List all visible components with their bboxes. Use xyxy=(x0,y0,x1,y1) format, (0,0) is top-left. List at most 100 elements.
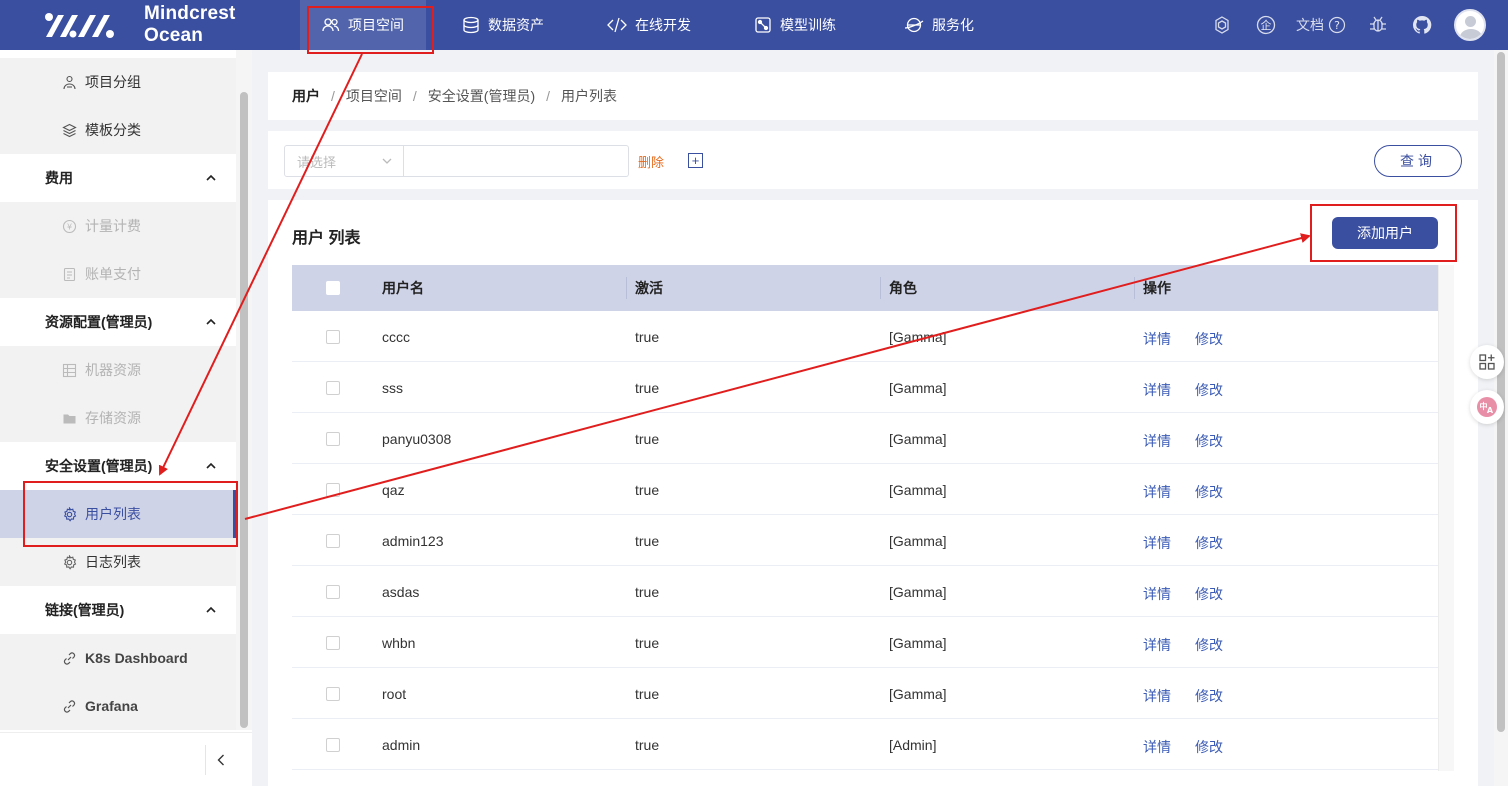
detail-link[interactable]: 详情 xyxy=(1143,313,1171,364)
detail-link[interactable]: 详情 xyxy=(1143,517,1171,568)
add-filter-button[interactable]: + xyxy=(688,153,703,168)
detail-link[interactable]: 详情 xyxy=(1143,568,1171,619)
enterprise-icon[interactable]: 企 xyxy=(1254,15,1278,35)
row-checkbox[interactable] xyxy=(326,311,340,362)
select-placeholder: 请选择 xyxy=(297,154,337,170)
edit-link[interactable]: 修改 xyxy=(1195,466,1223,517)
edit-link[interactable]: 修改 xyxy=(1195,364,1223,415)
row-checkbox[interactable] xyxy=(326,668,340,719)
annotation-highlight-user-list xyxy=(23,481,238,547)
sidebar-item-label: Grafana xyxy=(85,698,138,714)
translate-float-button[interactable]: 中A xyxy=(1470,390,1504,424)
filter-field-select[interactable]: 请选择 xyxy=(284,145,404,177)
bug-icon[interactable] xyxy=(1366,15,1390,35)
detail-link[interactable]: 详情 xyxy=(1143,670,1171,721)
detail-link-label: 详情 xyxy=(1143,432,1171,449)
detail-link-label: 详情 xyxy=(1143,687,1171,704)
edit-link-label: 修改 xyxy=(1195,738,1223,755)
sidebar-item-metering[interactable]: ¥ 计量计费 xyxy=(0,202,236,250)
edit-link[interactable]: 修改 xyxy=(1195,568,1223,619)
detail-link[interactable]: 详情 xyxy=(1143,466,1171,517)
sidebar-scrollbar[interactable] xyxy=(240,92,248,728)
username-cell: asdas xyxy=(382,583,420,600)
username-cell: admin123 xyxy=(382,532,444,549)
gear-icon xyxy=(63,554,77,570)
openai-icon[interactable] xyxy=(1210,15,1234,35)
active-cell: true xyxy=(635,736,660,753)
sidebar-item-label: 存储资源 xyxy=(85,410,141,426)
nav-data-assets[interactable]: 数据资产 xyxy=(462,0,544,50)
sidebar-group-resource[interactable]: 资源配置(管理员) xyxy=(0,298,236,346)
role-cell: [Gamma] xyxy=(889,328,947,345)
table-scrollbar[interactable] xyxy=(1438,265,1454,771)
detail-link[interactable]: 详情 xyxy=(1143,619,1171,670)
breadcrumb-item[interactable]: 项目空间 xyxy=(346,86,402,106)
collapse-sidebar-button[interactable] xyxy=(205,745,235,775)
edit-link-label: 修改 xyxy=(1195,330,1223,347)
detail-link[interactable]: 详情 xyxy=(1143,721,1171,772)
chevron-up-icon xyxy=(206,462,216,469)
svg-text:企: 企 xyxy=(1261,18,1272,32)
row-checkbox[interactable] xyxy=(326,719,340,770)
detail-link[interactable]: 详情 xyxy=(1143,364,1171,415)
sidebar-item-k8s-dashboard[interactable]: K8s Dashboard xyxy=(0,634,236,682)
sidebar-item-machine-resource[interactable]: 机器资源 xyxy=(0,346,236,394)
sidebar-item-project-group[interactable]: 项目分组 xyxy=(0,58,236,106)
row-checkbox[interactable] xyxy=(326,617,340,668)
query-button[interactable]: 查询 xyxy=(1374,145,1462,177)
brand[interactable]: Mindcrest Ocean xyxy=(0,0,300,50)
edit-link-label: 修改 xyxy=(1195,585,1223,602)
sidebar-group-fee[interactable]: 费用 xyxy=(0,154,236,202)
sidebar-group-links[interactable]: 链接(管理员) xyxy=(0,586,236,634)
sidebar-item-storage-resource[interactable]: 存储资源 xyxy=(0,394,236,442)
table-header: 用户名 激活 角色 操作 xyxy=(292,265,1438,311)
detail-link-label: 详情 xyxy=(1143,534,1171,551)
table-row: root true [Gamma] 详情 修改 xyxy=(292,668,1438,719)
row-checkbox[interactable] xyxy=(326,413,340,464)
edit-link[interactable]: 修改 xyxy=(1195,415,1223,466)
row-checkbox[interactable] xyxy=(326,464,340,515)
breadcrumb-item[interactable]: 用户 xyxy=(292,86,320,106)
docs-link[interactable]: 文档 ? xyxy=(1296,15,1346,35)
select-all-checkbox[interactable] xyxy=(326,265,340,311)
model-icon xyxy=(755,17,771,33)
detail-link[interactable]: 详情 xyxy=(1143,415,1171,466)
page-scrollbar[interactable] xyxy=(1497,52,1505,732)
edit-link[interactable]: 修改 xyxy=(1195,517,1223,568)
delete-filter-button[interactable]: 删除 xyxy=(638,152,664,171)
sidebar-item-grafana[interactable]: Grafana xyxy=(0,682,236,730)
layers-icon xyxy=(62,123,77,137)
active-cell: true xyxy=(635,430,660,447)
apps-icon xyxy=(1479,354,1495,370)
edit-link[interactable]: 修改 xyxy=(1195,670,1223,721)
column-header-active[interactable]: 激活 xyxy=(635,265,663,311)
edit-link[interactable]: 修改 xyxy=(1195,313,1223,364)
row-checkbox[interactable] xyxy=(326,515,340,566)
sidebar-group-label: 资源配置(管理员) xyxy=(45,314,153,330)
sidebar-item-billing[interactable]: 账单支付 xyxy=(0,250,236,298)
username-cell: root xyxy=(382,685,407,702)
edit-link[interactable]: 修改 xyxy=(1195,721,1223,772)
breadcrumb-item[interactable]: 安全设置(管理员) xyxy=(428,86,535,106)
github-icon[interactable] xyxy=(1410,15,1434,35)
user-avatar[interactable] xyxy=(1454,9,1486,41)
nav-label: 数据资产 xyxy=(488,17,544,33)
breadcrumb-item-current: 用户列表 xyxy=(561,88,617,104)
server-icon xyxy=(62,363,77,377)
annotation-highlight-project-space xyxy=(307,6,434,54)
filter-value-input[interactable] xyxy=(404,145,629,177)
sidebar-item-template-category[interactable]: 模板分类 xyxy=(0,106,236,154)
edit-link[interactable]: 修改 xyxy=(1195,619,1223,670)
nav-service[interactable]: 服务化 xyxy=(904,0,974,50)
sidebar-item-label: K8s Dashboard xyxy=(85,650,188,666)
table-row: cccc true [Gamma] 详情 修改 xyxy=(292,311,1438,362)
nav-model-training[interactable]: 模型训练 xyxy=(754,0,836,50)
nav-online-dev[interactable]: 在线开发 xyxy=(607,0,691,50)
apps-float-button[interactable] xyxy=(1470,345,1504,379)
row-checkbox[interactable] xyxy=(326,566,340,617)
column-header-username[interactable]: 用户名 xyxy=(382,265,424,311)
column-divider xyxy=(1134,277,1135,299)
column-header-role[interactable]: 角色 xyxy=(889,265,917,311)
row-checkbox[interactable] xyxy=(326,362,340,413)
link-icon xyxy=(63,651,76,665)
